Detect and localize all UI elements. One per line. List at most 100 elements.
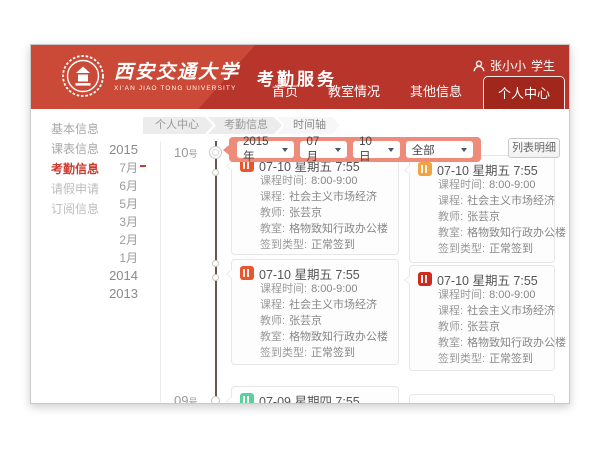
timeline-year[interactable]: 2014	[86, 267, 138, 285]
user-icon	[473, 60, 485, 72]
field-value: 社会主义市场经济	[467, 195, 555, 207]
field-label: 教室:	[438, 227, 463, 239]
field-label: 课程时间:	[438, 289, 485, 301]
user-role: 学生	[531, 57, 555, 74]
app-window: 西安交通大学 XI'AN JIAO TONG UNIVERSITY 考勤服务 张…	[30, 44, 570, 404]
user-menu[interactable]: 张小小 学生	[473, 57, 555, 74]
timeline-month[interactable]: 1月	[86, 249, 138, 267]
field-value: 张芸京	[289, 315, 322, 327]
day-label-10: 10号	[174, 145, 197, 160]
month-select-value: 07月	[306, 136, 329, 164]
field-label: 教师:	[438, 321, 463, 333]
attendance-card: 07-10 星期五 7:55 课程时间:8:00-9:00 课程:社会主义市场经…	[409, 155, 555, 263]
field-label: 课程时间:	[438, 179, 485, 191]
field-value: 8:00-9:00	[311, 175, 357, 187]
timeline-node	[212, 169, 219, 176]
timeline-node-active	[209, 146, 222, 159]
field-value: 格物致知行政办公楼	[467, 227, 566, 239]
nav-personal-center[interactable]: 个人中心	[483, 76, 565, 109]
current-month-marker	[140, 165, 146, 167]
user-name: 张小小	[490, 57, 526, 74]
timeline-axis	[215, 141, 217, 404]
type-select-value: 全部	[412, 142, 435, 158]
university-seal-icon	[61, 54, 105, 98]
timeline-column-divider	[160, 141, 161, 404]
timeline-node	[212, 274, 219, 281]
field-value: 8:00-9:00	[489, 289, 535, 301]
field-label: 课程:	[260, 191, 285, 203]
field-value: 张芸京	[289, 207, 322, 219]
list-detail-button[interactable]: 列表明细	[508, 138, 560, 158]
breadcrumb: 个人中心 考勤信息 时间轴	[143, 117, 340, 134]
field-label: 课程:	[260, 299, 285, 311]
timeline-month[interactable]: 2月	[86, 231, 138, 249]
timeline-month[interactable]: 6月	[86, 177, 138, 195]
sidebar-item-basic-info[interactable]: 基本信息	[51, 119, 121, 139]
timeline-month[interactable]: 3月	[86, 213, 138, 231]
field-value: 张芸京	[467, 211, 500, 223]
field-value: 正常签到	[489, 243, 533, 255]
timeline-month[interactable]: 5月	[86, 195, 138, 213]
attendance-card: 07-10 星期五 7:55 课程时间:8:00-9:00 课程:社会主义市场经…	[231, 151, 399, 255]
field-value: 格物致知行政办公楼	[467, 337, 566, 349]
field-value: 社会主义市场经济	[289, 299, 377, 311]
breadcrumb-personal-center[interactable]: 个人中心	[143, 117, 213, 134]
checkin-type-icon	[240, 266, 254, 280]
nav-classrooms[interactable]: 教室情况	[313, 81, 395, 109]
field-label: 课程:	[438, 195, 463, 207]
field-value: 社会主义市场经济	[467, 305, 555, 317]
field-label: 签到类型:	[438, 243, 485, 255]
field-value: 正常签到	[311, 239, 355, 251]
card-date: 07-10 星期五 7:55	[259, 264, 360, 283]
field-label: 课程时间:	[260, 283, 307, 295]
timeline-period-list: 2015 7月 6月 5月 3月 2月 1月 2014 2013	[86, 141, 138, 303]
card-date: 07-10 星期五 7:55	[437, 270, 538, 289]
field-value: 正常签到	[489, 353, 533, 365]
attendance-card: 07-10 星期五 7:55 课程时间: 8:00-9:00 课程: 社会主义市场经…	[409, 265, 555, 371]
attendance-card: 07-10 星期五 7:55 课程时间: 8:00-9:00 课程: 社会主义市场经…	[231, 259, 399, 365]
year-select[interactable]: 2015年	[237, 141, 294, 158]
field-label: 教师:	[260, 315, 285, 327]
month-select[interactable]: 07月	[300, 141, 347, 158]
timeline-node	[212, 260, 219, 267]
type-select[interactable]: 全部	[406, 141, 473, 158]
card-date: 07-09 星期四 7:55	[259, 391, 360, 405]
attendance-card: 07-09 星期四 7:55	[231, 386, 399, 404]
field-value: 正常签到	[311, 347, 355, 359]
year-select-value: 2015年	[243, 136, 276, 164]
field-label: 签到类型:	[260, 347, 307, 359]
field-label: 教师:	[260, 207, 285, 219]
breadcrumb-attendance-info[interactable]: 考勤信息	[208, 117, 282, 134]
attendance-card	[409, 394, 555, 404]
field-label: 课程:	[438, 305, 463, 317]
timeline-year[interactable]: 2015	[86, 141, 138, 159]
university-name-en: XI'AN JIAO TONG UNIVERSITY	[114, 85, 240, 92]
field-value: 8:00-9:00	[311, 283, 357, 295]
field-label: 教室:	[260, 331, 285, 343]
field-label: 签到类型:	[438, 353, 485, 365]
timeline-year[interactable]: 2013	[86, 285, 138, 303]
field-label: 课程时间:	[260, 175, 307, 187]
checkin-type-icon	[418, 162, 432, 176]
nav-home[interactable]: 首页	[257, 81, 313, 109]
field-label: 教室:	[260, 223, 285, 235]
field-value: 格物致知行政办公楼	[289, 331, 388, 343]
timeline-node	[211, 396, 220, 404]
date-filter-bar: 2015年 07月 10日 全部	[229, 137, 481, 162]
day-select-value: 10日	[359, 136, 382, 164]
main-nav: 首页 教室情况 其他信息 个人中心	[257, 76, 565, 109]
checkin-type-icon	[418, 272, 432, 286]
checkin-type-icon	[240, 393, 254, 404]
field-value: 格物致知行政办公楼	[289, 223, 388, 235]
chevron-down-icon	[282, 148, 288, 152]
breadcrumb-timeline[interactable]: 时间轴	[277, 117, 340, 134]
timeline-month[interactable]: 7月	[86, 159, 138, 177]
app-header: 西安交通大学 XI'AN JIAO TONG UNIVERSITY 考勤服务 张…	[31, 45, 570, 109]
day-select[interactable]: 10日	[353, 141, 400, 158]
chevron-down-icon	[461, 148, 467, 152]
field-label: 教室:	[438, 337, 463, 349]
chevron-down-icon	[335, 148, 341, 152]
field-label: 教师:	[438, 211, 463, 223]
field-value: 张芸京	[467, 321, 500, 333]
nav-other-info[interactable]: 其他信息	[395, 81, 477, 109]
